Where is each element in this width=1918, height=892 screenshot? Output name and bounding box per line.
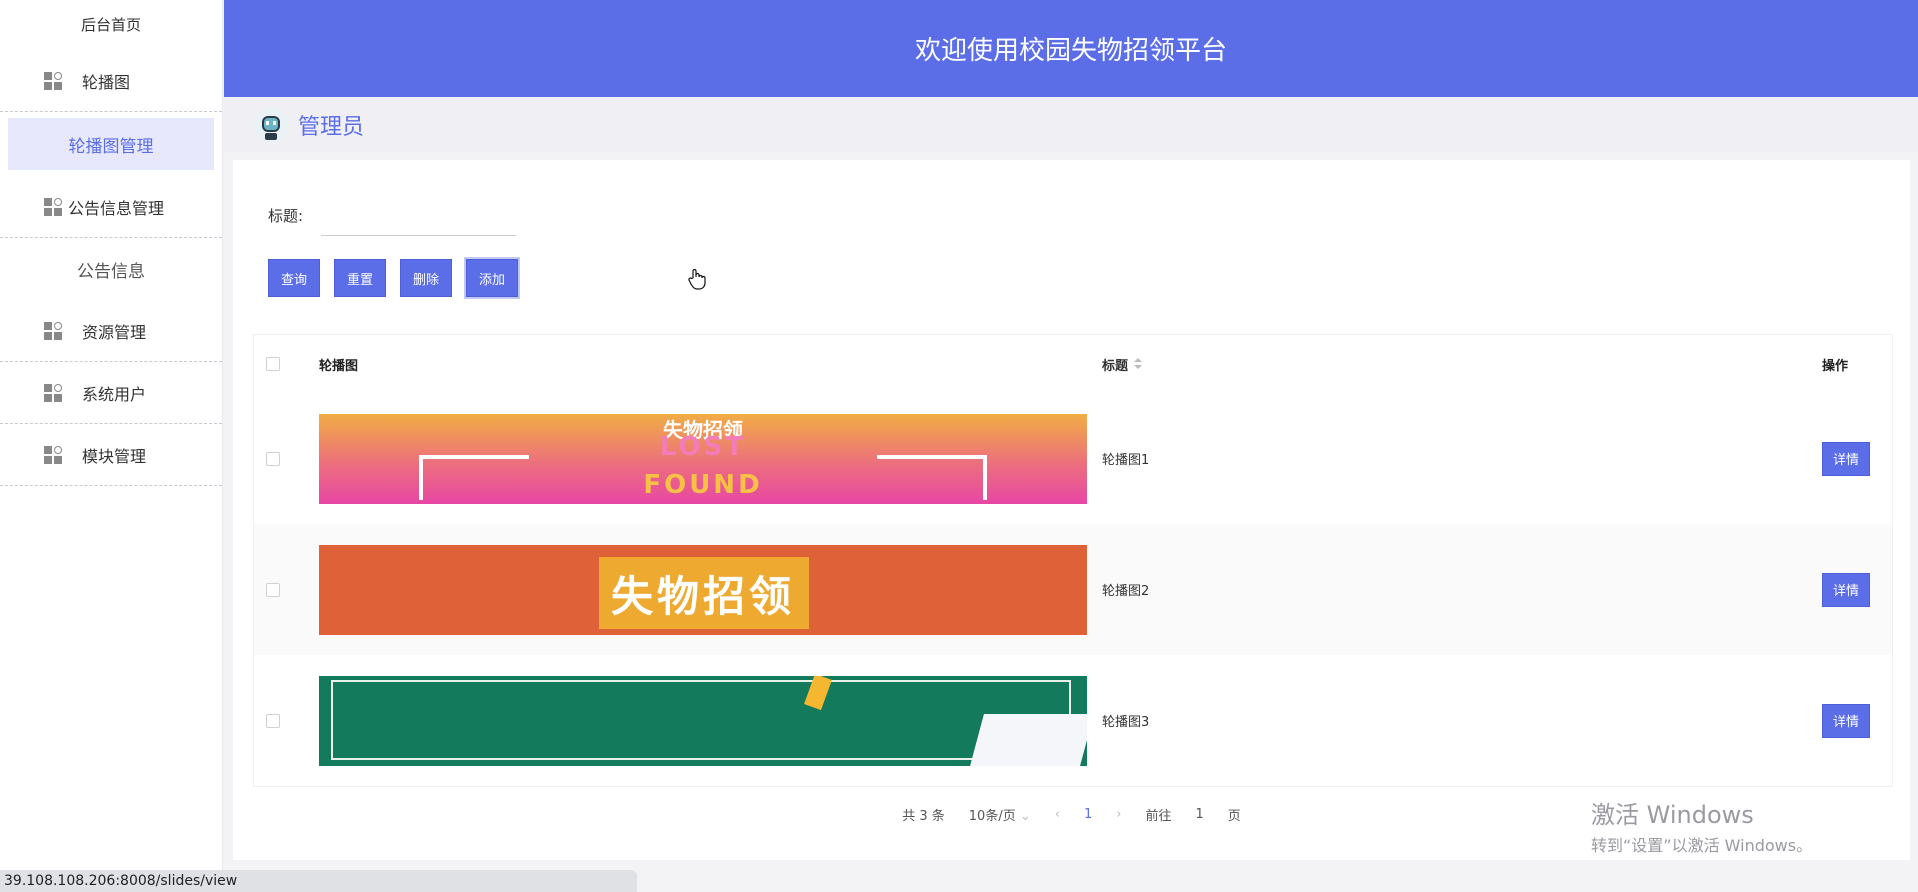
detail-button[interactable]: 详情: [1822, 572, 1870, 607]
browser-status-url: 39.108.108.206:8008/slides/view: [0, 870, 637, 892]
carousel-image[interactable]: [319, 675, 1087, 766]
row-title: 轮播图1: [1102, 453, 1150, 468]
user-bar: 管理员: [224, 97, 1918, 152]
sidebar-group-carousel[interactable]: 轮播图: [0, 50, 222, 112]
apps-icon: [44, 71, 62, 90]
sidebar-item-carousel-management[interactable]: 轮播图管理: [8, 118, 214, 170]
sidebar-group-label: 公告信息管理: [68, 198, 165, 218]
detail-button[interactable]: 详情: [1822, 441, 1870, 476]
title-search-input[interactable]: [321, 202, 517, 236]
table-row: 轮播图3 详情: [254, 655, 1892, 786]
goto-label: 前往: [1145, 809, 1172, 824]
apps-icon: [44, 383, 62, 402]
table-row: 失物招领 轮播图2 详情: [254, 524, 1892, 655]
column-header-image: 轮播图: [319, 358, 359, 374]
sidebar-group-label: 轮播图: [82, 72, 131, 92]
column-header-title-label: 标题: [1102, 358, 1129, 374]
pagination-total: 共 3 条: [902, 809, 945, 824]
apps-icon: [44, 445, 62, 464]
page-size-select[interactable]: 10条/页 ⌄: [969, 805, 1031, 824]
sidebar-group-system-users[interactable]: 系统用户: [0, 362, 222, 424]
detail-button[interactable]: 详情: [1822, 703, 1870, 738]
sidebar: 后台首页 轮播图 轮播图管理 公告信息管理 公告信息 资源管理 系统用户 模块管…: [0, 0, 223, 892]
row-checkbox[interactable]: [266, 451, 280, 466]
main-panel: 标题: 查询 重置 删除 添加 轮播图 标题 操作 失物招领 LOST FOUN…: [233, 160, 1910, 860]
sidebar-group-label: 系统用户: [82, 384, 147, 404]
apps-icon: [44, 197, 62, 216]
sidebar-group-resource-management[interactable]: 资源管理: [0, 300, 222, 362]
header: 欢迎使用校园失物招领平台: [224, 0, 1918, 97]
row-title: 轮播图2: [1102, 584, 1150, 599]
username: 管理员: [298, 114, 365, 140]
robot-avatar-icon: [254, 107, 288, 142]
sidebar-group-label: 资源管理: [82, 322, 147, 342]
row-checkbox[interactable]: [266, 582, 280, 597]
sidebar-group-module-management[interactable]: 模块管理: [0, 424, 222, 486]
select-all-checkbox[interactable]: [266, 357, 280, 371]
add-button[interactable]: 添加: [466, 259, 519, 297]
goto-suffix: 页: [1227, 809, 1241, 824]
sidebar-group-label: 模块管理: [82, 446, 147, 466]
next-page-icon[interactable]: ›: [1116, 807, 1121, 822]
query-button[interactable]: 查询: [268, 259, 321, 297]
hand-cursor-icon: [688, 268, 706, 290]
page-title: 欢迎使用校园失物招领平台: [914, 36, 1227, 66]
sort-icon[interactable]: [1134, 358, 1143, 370]
table-row: 失物招领 LOST FOUND 轮播图1 详情: [254, 393, 1892, 524]
column-header-op: 操作: [1822, 358, 1849, 374]
row-title: 轮播图3: [1102, 715, 1150, 730]
windows-activation-watermark: 激活 Windows 转到“设置”以激活 Windows。: [1591, 801, 1813, 855]
carousel-table: 轮播图 标题 操作 失物招领 LOST FOUND 轮播图1 详情 失物招领 轮…: [253, 334, 1893, 787]
search-form: 标题:: [268, 202, 517, 236]
prev-page-icon[interactable]: ‹: [1055, 807, 1060, 822]
sidebar-group-notice-management[interactable]: 公告信息管理: [0, 176, 222, 238]
search-label: 标题:: [268, 207, 304, 225]
apps-icon: [44, 321, 62, 340]
table-header: 轮播图 标题 操作: [254, 335, 1892, 393]
goto-page-input[interactable]: 1: [1195, 807, 1203, 822]
column-header-title[interactable]: 标题: [1102, 355, 1822, 374]
row-checkbox[interactable]: [266, 713, 280, 728]
chevron-down-icon: ⌄: [1019, 809, 1031, 824]
carousel-image[interactable]: 失物招领: [319, 544, 1087, 635]
carousel-image[interactable]: 失物招领 LOST FOUND: [319, 413, 1087, 504]
sidebar-item-notice[interactable]: 公告信息: [0, 238, 222, 300]
page-number-current[interactable]: 1: [1084, 807, 1092, 822]
action-buttons: 查询 重置 删除 添加: [268, 259, 532, 297]
delete-button[interactable]: 删除: [400, 259, 453, 297]
sidebar-home-link[interactable]: 后台首页: [0, 0, 222, 50]
reset-button[interactable]: 重置: [334, 259, 387, 297]
